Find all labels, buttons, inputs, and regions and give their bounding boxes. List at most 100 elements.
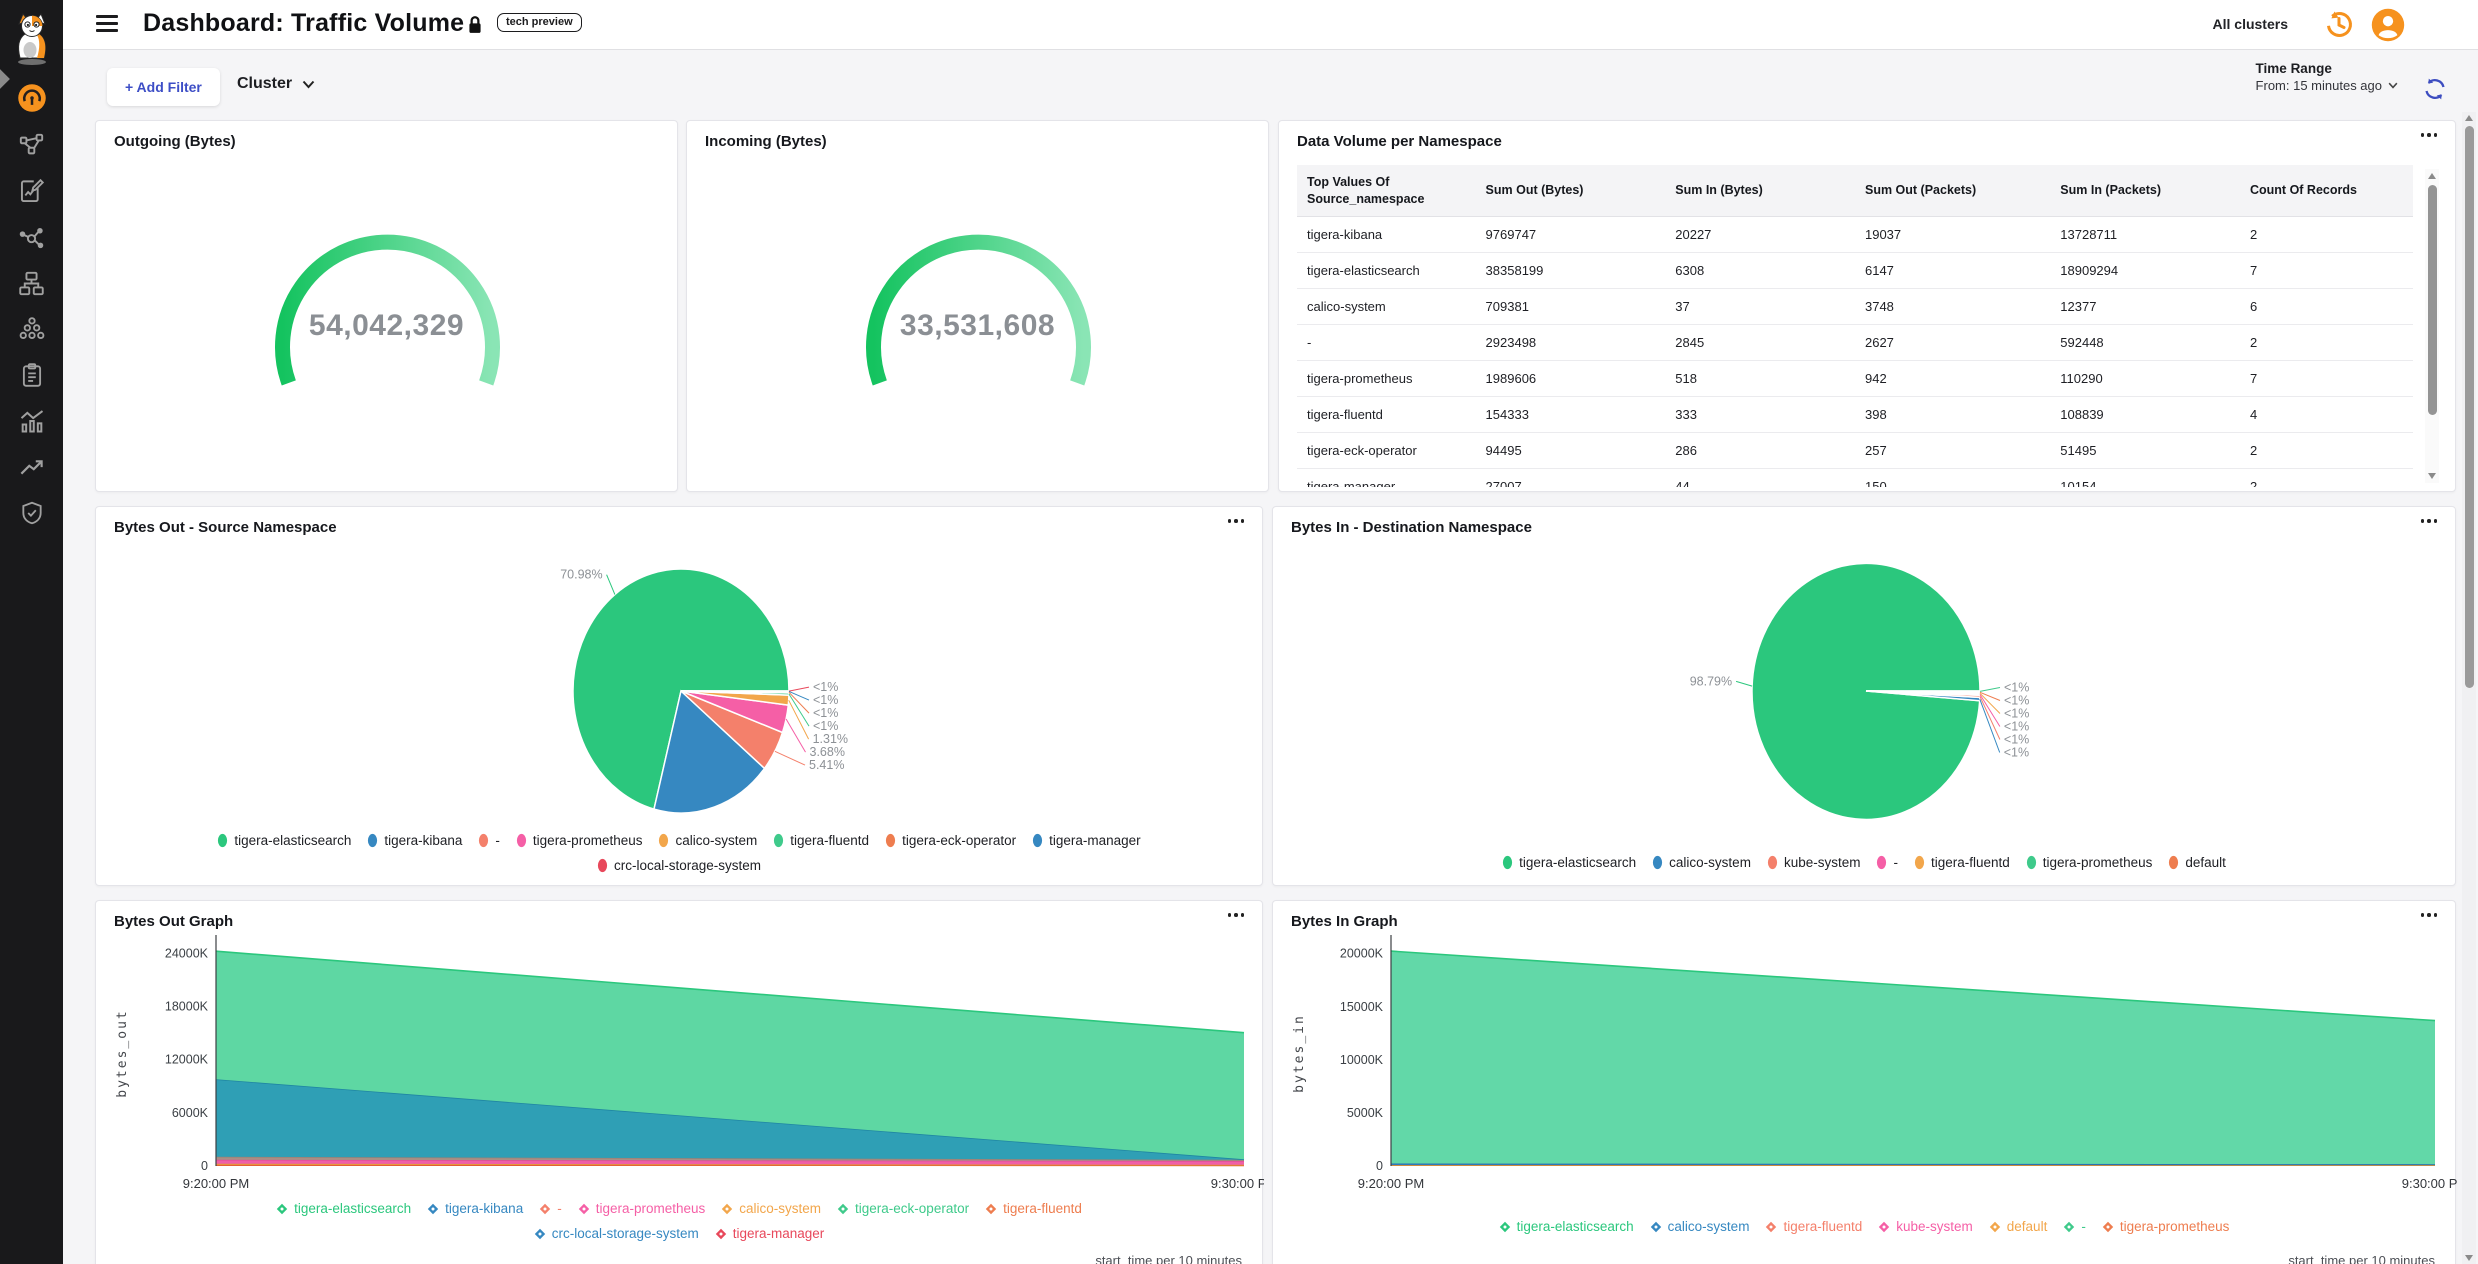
all-clusters-label[interactable]: All clusters bbox=[2213, 16, 2288, 32]
legend-item-tigera-fluentd[interactable]: tigera-fluentd bbox=[773, 833, 869, 848]
refresh-icon[interactable] bbox=[2422, 76, 2448, 107]
time-range-value: From: 15 minutes ago bbox=[2256, 78, 2382, 93]
legend-item--[interactable]: - bbox=[539, 1201, 562, 1216]
legend-label: tigera-fluentd bbox=[1003, 1201, 1082, 1216]
legend-item-tigera-elasticsearch[interactable]: tigera-elasticsearch bbox=[1499, 1219, 1634, 1234]
legend-item--[interactable]: - bbox=[2063, 1219, 2086, 1234]
y-axis-label: bytes_in bbox=[1292, 1014, 1307, 1093]
calico-logo[interactable] bbox=[0, 10, 63, 68]
legend-item-crc-local-storage-system[interactable]: crc-local-storage-system bbox=[597, 858, 761, 873]
pie-legend-row: tigera-elasticsearch tigera-kibana - tigera… bbox=[96, 833, 1262, 848]
legend-item-tigera-elasticsearch[interactable]: tigera-elasticsearch bbox=[1502, 855, 1636, 870]
legend-item--[interactable]: - bbox=[1876, 855, 1898, 870]
table-row[interactable]: -2923498284526275924482 bbox=[1297, 325, 2413, 361]
table-row[interactable]: tigera-eck-operator94495286257514952 bbox=[1297, 433, 2413, 469]
cell-value: 2627 bbox=[1855, 335, 2050, 350]
legend-item-tigera-kibana[interactable]: tigera-kibana bbox=[427, 1201, 523, 1216]
table-column-header[interactable]: Sum In (Packets) bbox=[2050, 182, 2240, 199]
legend-item-calico-system[interactable]: calico-system bbox=[1650, 1219, 1750, 1234]
table-row[interactable]: tigera-manager2700744150101542 bbox=[1297, 469, 2413, 487]
history-icon[interactable] bbox=[2322, 8, 2356, 47]
table-column-header[interactable]: Sum Out (Bytes) bbox=[1476, 182, 1666, 199]
legend-item-tigera-manager[interactable]: tigera-manager bbox=[715, 1226, 825, 1241]
cell-value: 333 bbox=[1665, 407, 1855, 422]
sidebar-item-trends[interactable] bbox=[0, 450, 63, 484]
legend-item-tigera-prometheus[interactable]: tigera-prometheus bbox=[2026, 855, 2153, 870]
cell-value: 4 bbox=[2240, 407, 2413, 422]
legend-item-default[interactable]: default bbox=[1989, 1219, 2048, 1234]
incoming-gauge-value: 33,531,608 bbox=[687, 309, 1268, 343]
legend-item-tigera-eck-operator[interactable]: tigera-eck-operator bbox=[885, 833, 1016, 848]
legend-item-tigera-eck-operator[interactable]: tigera-eck-operator bbox=[837, 1201, 969, 1216]
legend-item-calico-system[interactable]: calico-system bbox=[721, 1201, 821, 1216]
legend-item-default[interactable]: default bbox=[2168, 855, 2226, 870]
sidebar-item-flow-visualizations[interactable] bbox=[0, 220, 63, 254]
x-axis-caption: start_time per 10 minutes bbox=[1095, 1253, 1242, 1264]
panel-menu-icon[interactable] bbox=[2417, 129, 2442, 141]
table-row[interactable]: calico-system709381373748123776 bbox=[1297, 289, 2413, 325]
time-range-control[interactable]: Time Range From: 15 minutes ago bbox=[2256, 61, 2398, 93]
sidebar-item-statistics[interactable] bbox=[0, 404, 63, 438]
cell-value: 6147 bbox=[1855, 263, 2050, 278]
legend-item-tigera-elasticsearch[interactable]: tigera-elasticsearch bbox=[217, 833, 351, 848]
table-row[interactable]: tigera-kibana97697472022719037137287112 bbox=[1297, 217, 2413, 253]
cell-namespace: tigera-kibana bbox=[1297, 227, 1476, 242]
panel-menu-icon[interactable] bbox=[1224, 515, 1249, 527]
sidebar-item-dashboard[interactable] bbox=[0, 80, 63, 116]
cluster-filter-dropdown[interactable]: Cluster bbox=[237, 75, 315, 93]
legend-marker-icon bbox=[1765, 1221, 1777, 1233]
panel-menu-icon[interactable] bbox=[2417, 909, 2442, 921]
hamburger-menu-icon[interactable] bbox=[96, 15, 118, 33]
panel-menu-icon[interactable] bbox=[1224, 909, 1249, 921]
table-column-header[interactable]: Count Of Records bbox=[2240, 182, 2413, 199]
table-column-header[interactable]: Sum In (Bytes) bbox=[1665, 182, 1855, 199]
pie-percent-label: <1% bbox=[813, 706, 838, 720]
legend-item-tigera-manager[interactable]: tigera-manager bbox=[1032, 833, 1141, 848]
legend-item-kube-system[interactable]: kube-system bbox=[1878, 1219, 1973, 1234]
sidebar-item-clusters[interactable] bbox=[0, 312, 63, 346]
user-avatar-icon[interactable] bbox=[2370, 7, 2406, 48]
legend-label: crc-local-storage-system bbox=[552, 1226, 699, 1241]
panel-menu-icon[interactable] bbox=[2417, 515, 2442, 527]
legend-item--[interactable]: - bbox=[478, 833, 500, 848]
table-scrollbar[interactable] bbox=[2425, 169, 2439, 483]
legend-label: tigera-fluentd bbox=[790, 833, 869, 848]
legend-item-kube-system[interactable]: kube-system bbox=[1767, 855, 1861, 870]
cell-namespace: calico-system bbox=[1297, 299, 1476, 314]
table-row[interactable]: tigera-elasticsearch38358199630861471890… bbox=[1297, 253, 2413, 289]
legend-item-tigera-kibana[interactable]: tigera-kibana bbox=[367, 833, 462, 848]
legend-item-tigera-prometheus[interactable]: tigera-prometheus bbox=[578, 1201, 706, 1216]
table-column-header[interactable]: Top Values Of Source_namespace bbox=[1297, 174, 1476, 208]
legend-item-crc-local-storage-system[interactable]: crc-local-storage-system bbox=[534, 1226, 699, 1241]
add-filter-button[interactable]: + Add Filter bbox=[107, 68, 220, 106]
table-row[interactable]: tigera-prometheus19896065189421102907 bbox=[1297, 361, 2413, 397]
compliance-icon bbox=[19, 362, 45, 388]
legend-label: - bbox=[2081, 1219, 2086, 1234]
table-column-header[interactable]: Sum Out (Packets) bbox=[1855, 182, 2050, 199]
table-row[interactable]: tigera-fluentd1543333333981088394 bbox=[1297, 397, 2413, 433]
legend-item-calico-system[interactable]: calico-system bbox=[1652, 855, 1751, 870]
pie-slice-tigera-prometheus[interactable] bbox=[1866, 691, 1980, 692]
legend-item-tigera-prometheus[interactable]: tigera-prometheus bbox=[516, 833, 643, 848]
sidebar-item-network-sets[interactable] bbox=[0, 266, 63, 300]
sidebar-item-policies[interactable] bbox=[0, 174, 63, 208]
page-scrollbar[interactable] bbox=[2462, 112, 2476, 1264]
legend-label: - bbox=[1893, 855, 1898, 870]
legend-marker-icon bbox=[1878, 1221, 1890, 1233]
sidebar-item-compliance-reports[interactable] bbox=[0, 358, 63, 392]
legend-marker-icon bbox=[721, 1203, 733, 1215]
legend-item-calico-system[interactable]: calico-system bbox=[658, 833, 757, 848]
area-band-tigera-elasticsearch[interactable] bbox=[1391, 951, 2435, 1164]
legend-item-tigera-fluentd[interactable]: tigera-fluentd bbox=[1765, 1219, 1862, 1234]
legend-item-tigera-prometheus[interactable]: tigera-prometheus bbox=[2102, 1219, 2230, 1234]
legend-item-tigera-fluentd[interactable]: tigera-fluentd bbox=[1914, 855, 2010, 870]
sidebar-item-threat-defense[interactable] bbox=[0, 496, 63, 530]
sidebar-item-service-graph[interactable] bbox=[0, 128, 63, 162]
legend-label: tigera-kibana bbox=[445, 1201, 523, 1216]
legend-marker-icon bbox=[478, 833, 489, 848]
card-outgoing-bytes: Outgoing (Bytes) 54,042,329 bbox=[95, 120, 678, 492]
cell-value: 19037 bbox=[1855, 227, 2050, 242]
legend-item-tigera-fluentd[interactable]: tigera-fluentd bbox=[985, 1201, 1082, 1216]
y-axis-tick: 24000K bbox=[165, 946, 209, 960]
legend-item-tigera-elasticsearch[interactable]: tigera-elasticsearch bbox=[276, 1201, 411, 1216]
